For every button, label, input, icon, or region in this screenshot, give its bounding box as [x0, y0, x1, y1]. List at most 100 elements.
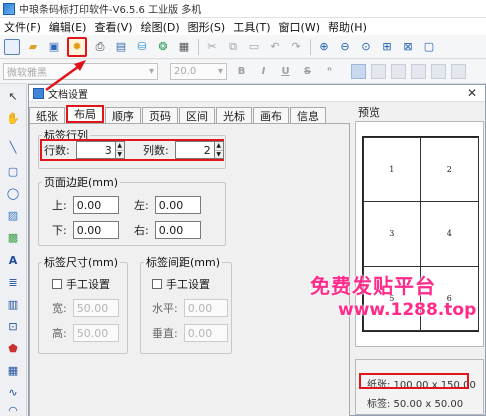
new-document-icon[interactable] — [4, 38, 20, 55]
menu-view[interactable]: 查看(V) — [94, 19, 132, 35]
zoom-in-icon[interactable]: ⊕ — [316, 39, 332, 55]
qrcode-tool-icon[interactable]: ⊡ — [5, 318, 21, 334]
rich-text-tool-icon[interactable]: ≣ — [5, 274, 21, 290]
margin-bottom-input[interactable]: 0.00 — [72, 221, 119, 239]
line-tool-icon[interactable]: ╲ — [5, 139, 21, 155]
font-family-select[interactable]: 微软雅黑 ▾ — [3, 63, 158, 80]
spin-up-icon[interactable]: ▲ — [115, 142, 124, 151]
margin-bottom-label: 下: — [52, 224, 67, 237]
spacing-manual-row[interactable]: 手工设置 — [152, 276, 210, 292]
cols-spinner[interactable]: 2 ▲ ▼ — [174, 141, 224, 159]
rows-input[interactable]: 3 — [75, 141, 115, 159]
menu-tools[interactable]: 工具(T) — [233, 19, 270, 35]
size-manual-label: 手工设置 — [66, 278, 110, 291]
chevron-down-icon: ▾ — [217, 66, 223, 77]
rows-stepper[interactable]: ▲ ▼ — [114, 141, 125, 159]
bold-button[interactable]: B — [234, 64, 249, 79]
zoom-icon[interactable]: ⊙ — [358, 39, 374, 55]
label-spacing-legend: 标签间距(mm) — [146, 256, 221, 269]
menu-draw[interactable]: 绘图(D) — [141, 19, 180, 35]
barcode-tool-icon[interactable]: ▥ — [5, 296, 21, 312]
fit-page-icon[interactable]: ⊞ — [379, 39, 395, 55]
database-icon[interactable]: ⛁ — [134, 39, 150, 55]
size-manual-checkbox[interactable] — [52, 279, 62, 289]
dialog-title: 文档设置 — [48, 89, 88, 101]
redo-icon[interactable]: ↷ — [288, 39, 304, 55]
spin-down-icon[interactable]: ▼ — [115, 150, 124, 158]
rows-spinner[interactable]: 3 ▲ ▼ — [75, 141, 125, 159]
print-icon[interactable]: ⎙ — [92, 39, 108, 55]
print-preview-icon[interactable]: ▤ — [113, 39, 129, 55]
label-width-row: 宽: 50.00 — [52, 299, 119, 317]
underline-button[interactable]: U — [278, 64, 293, 79]
select-arrow-icon[interactable]: ↖ — [5, 88, 21, 104]
tab-info[interactable]: 信息 — [290, 107, 326, 123]
menu-file[interactable]: 文件(F) — [4, 19, 41, 35]
tab-page-number[interactable]: 页码 — [142, 107, 178, 123]
tab-paper[interactable]: 纸张 — [29, 107, 65, 123]
spin-down-icon[interactable]: ▼ — [214, 150, 223, 158]
picture-tool-icon[interactable]: ▩ — [5, 229, 21, 245]
spacing-manual-checkbox[interactable] — [152, 279, 162, 289]
menu-edit[interactable]: 编辑(E) — [49, 19, 87, 35]
image-tool-icon[interactable]: ▨ — [5, 207, 21, 223]
align-distribute-icon[interactable] — [431, 64, 446, 79]
tab-canvas[interactable]: 画布 — [253, 107, 289, 123]
dialog-title-bar: 文档设置 ✕ — [29, 85, 485, 102]
arc-tool-icon[interactable]: ◠ — [5, 402, 21, 416]
strikethrough-button[interactable]: S — [300, 64, 315, 79]
cut-icon[interactable]: ✂ — [204, 39, 220, 55]
align-justify-icon[interactable] — [411, 64, 426, 79]
shape-tool-icon[interactable]: ⬟ — [5, 340, 21, 356]
close-icon[interactable]: ✕ — [467, 86, 477, 100]
font-size-select[interactable]: 20.0 ▾ — [170, 63, 227, 80]
curve-tool-icon[interactable]: ∿ — [5, 384, 21, 400]
margin-top-input[interactable]: 0.00 — [72, 196, 119, 214]
tab-range[interactable]: 区间 — [179, 107, 215, 123]
superscript-button[interactable]: ⁿ — [322, 64, 337, 79]
open-folder-icon[interactable]: ▰ — [25, 39, 41, 55]
document-settings-icon[interactable]: ✹ — [67, 36, 87, 57]
text-tool-icon[interactable]: A — [5, 252, 21, 268]
size-manual-row[interactable]: 手工设置 — [52, 276, 110, 292]
actual-size-icon[interactable]: ▢ — [421, 39, 437, 55]
fit-width-icon[interactable]: ⊠ — [400, 39, 416, 55]
align-center-icon[interactable] — [371, 64, 386, 79]
undo-icon[interactable]: ↶ — [267, 39, 283, 55]
data-source-icon[interactable]: ❂ — [155, 39, 171, 55]
cols-input[interactable]: 2 — [174, 141, 214, 159]
spacing-v-input[interactable]: 0.00 — [183, 324, 228, 342]
menu-window[interactable]: 窗口(W) — [279, 19, 320, 35]
copy-icon[interactable]: ⧉ — [225, 39, 241, 55]
italic-button[interactable]: I — [256, 64, 271, 79]
tab-order[interactable]: 顺序 — [105, 107, 141, 123]
watermark-line1: 免费发贴平台 — [310, 274, 436, 298]
cols-stepper[interactable]: ▲ ▼ — [213, 141, 224, 159]
tab-layout[interactable]: 布局 — [66, 105, 104, 123]
zoom-out-icon[interactable]: ⊖ — [337, 39, 353, 55]
grid-icon[interactable]: ▦ — [176, 39, 192, 55]
margin-right-input[interactable]: 0.00 — [154, 221, 201, 239]
spin-up-icon[interactable]: ▲ — [214, 142, 223, 151]
pan-icon[interactable]: ✋ — [5, 110, 21, 126]
preview-cell: 2 — [420, 136, 479, 203]
rounded-rect-tool-icon[interactable]: ▢ — [5, 163, 21, 179]
drawing-toolstrip: ↖ ✋ ╲ ▢ ◯ ▨ ▩ A ≣ ▥ ⊡ ⬟ ▦ ∿ ◠ — [0, 84, 27, 416]
menu-shape[interactable]: 图形(S) — [188, 19, 226, 35]
label-height-input[interactable]: 50.00 — [72, 324, 119, 342]
vertical-align-icon[interactable] — [451, 64, 466, 79]
menu-help[interactable]: 帮助(H) — [328, 19, 367, 35]
save-icon[interactable]: ▣ — [46, 39, 62, 55]
label-width-input[interactable]: 50.00 — [72, 299, 119, 317]
font-family-value: 微软雅黑 — [7, 68, 47, 79]
paste-icon[interactable]: ▭ — [246, 39, 262, 55]
app-icon — [3, 2, 15, 15]
spacing-h-label: 水平: — [152, 302, 178, 315]
tab-cursor[interactable]: 光标 — [216, 107, 252, 123]
margin-left-input[interactable]: 0.00 — [154, 196, 201, 214]
align-right-icon[interactable] — [391, 64, 406, 79]
spacing-h-input[interactable]: 0.00 — [183, 299, 228, 317]
align-left-icon[interactable] — [351, 64, 366, 79]
ellipse-tool-icon[interactable]: ◯ — [5, 185, 21, 201]
table-tool-icon[interactable]: ▦ — [5, 362, 21, 378]
